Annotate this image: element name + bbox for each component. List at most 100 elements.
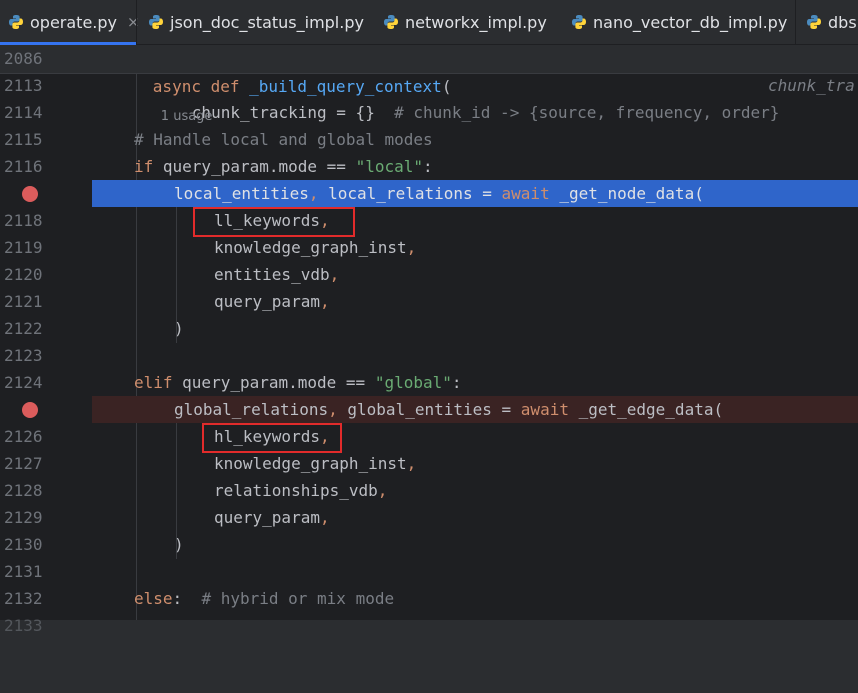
string-literal: "local" bbox=[355, 157, 423, 176]
tab-label: nano_vector_db_impl.py bbox=[593, 12, 788, 32]
code-line[interactable]: 2128 relationships_vdb, bbox=[0, 477, 858, 504]
code-line[interactable]: 2120 entities_vdb, bbox=[0, 261, 858, 288]
inline-hint: chunk_tra bbox=[768, 76, 855, 95]
tab-dbs[interactable]: dbs. bbox=[806, 0, 858, 44]
code-text: local_entities bbox=[174, 184, 309, 203]
keyword: await bbox=[520, 400, 569, 419]
function-name[interactable]: _build_query_context bbox=[249, 77, 442, 96]
code-text: query_param.mode == bbox=[172, 373, 375, 392]
sticky-scope-header[interactable]: 2086 async def _build_query_context( 1 u… bbox=[0, 45, 858, 124]
line-number: 2130 bbox=[4, 535, 43, 554]
code-line[interactable]: 2131 bbox=[0, 558, 858, 585]
code-text: _get_node_data( bbox=[549, 184, 704, 203]
code-text: local_relations = bbox=[318, 184, 502, 203]
line-number: 2123 bbox=[4, 346, 43, 365]
line-number: 2133 bbox=[4, 616, 43, 635]
code-line[interactable]: 2126 hl_keywords, bbox=[0, 423, 858, 450]
code-text: query_param bbox=[214, 508, 320, 527]
code-punct: , bbox=[329, 265, 340, 284]
line-number: 2121 bbox=[4, 292, 43, 311]
tab-nano-vector-db-impl[interactable]: nano_vector_db_impl.py bbox=[571, 0, 787, 44]
code-text: knowledge_graph_inst bbox=[214, 238, 407, 257]
code-text: knowledge_graph_inst bbox=[214, 454, 407, 473]
python-file-icon bbox=[383, 14, 399, 30]
tab-label: networkx_impl.py bbox=[405, 12, 547, 32]
code-line-breakpoint[interactable]: global_relations, global_entities = awai… bbox=[0, 396, 858, 423]
code-editor[interactable]: 2113 chunk_tracking = {} # chunk_id -> {… bbox=[0, 45, 858, 635]
line-number: 2115 bbox=[4, 130, 43, 149]
code-text: query_param.mode == bbox=[153, 157, 356, 176]
python-file-icon bbox=[806, 14, 822, 30]
python-file-icon bbox=[8, 14, 24, 30]
line-number: 2086 bbox=[4, 49, 43, 68]
line-number: 2129 bbox=[4, 508, 43, 527]
line-number: 2118 bbox=[4, 211, 43, 230]
usages-hint[interactable]: 1 usage bbox=[161, 109, 213, 124]
code-line[interactable]: 2132 else: # hybrid or mix mode bbox=[0, 585, 858, 612]
keyword: await bbox=[501, 184, 550, 203]
code-line[interactable]: 2129 query_param, bbox=[0, 504, 858, 531]
line-number bbox=[0, 180, 92, 207]
code-text: ) bbox=[174, 535, 184, 554]
code-text: ( bbox=[441, 77, 452, 96]
code-text: global_relations bbox=[174, 400, 329, 419]
line-number: 2120 bbox=[4, 265, 43, 284]
code-punct: , bbox=[406, 454, 417, 473]
code-punct: , bbox=[406, 238, 417, 257]
python-file-icon bbox=[571, 14, 587, 30]
code-line-execution-point[interactable]: local_entities, local_relations = await … bbox=[0, 180, 858, 207]
keyword: if bbox=[134, 157, 154, 176]
line-number: 2122 bbox=[4, 319, 43, 338]
code-punct: , bbox=[328, 400, 338, 419]
code-text: : bbox=[423, 157, 433, 176]
keyword: elif bbox=[134, 373, 173, 392]
line-number: 2132 bbox=[4, 589, 43, 608]
code-punct: , bbox=[308, 184, 319, 203]
code-text: global_entities = bbox=[337, 400, 521, 419]
tab-operate-py[interactable]: operate.py × bbox=[0, 0, 140, 45]
tab-label: dbs. bbox=[828, 12, 858, 32]
code-comment: # hybrid or mix mode bbox=[201, 589, 395, 608]
line-number: 2113 bbox=[4, 76, 43, 95]
code-punct: , bbox=[377, 481, 388, 500]
code-text: relationships_vdb bbox=[214, 481, 378, 500]
line-number: 2131 bbox=[4, 562, 43, 581]
breakpoint-icon[interactable] bbox=[22, 186, 38, 202]
highlight-box bbox=[193, 207, 355, 237]
code-line[interactable]: 2130 ) bbox=[0, 531, 858, 558]
line-number: 2119 bbox=[4, 238, 43, 257]
tab-json-doc-status-impl[interactable]: json_doc_status_impl.py bbox=[148, 0, 364, 44]
string-literal: "global" bbox=[374, 373, 452, 392]
close-tab-icon[interactable]: × bbox=[127, 13, 140, 31]
code-text: ) bbox=[174, 319, 184, 338]
code-line[interactable]: 2124 elif query_param.mode == "global": bbox=[0, 369, 858, 396]
python-file-icon bbox=[148, 14, 164, 30]
tab-label: json_doc_status_impl.py bbox=[170, 12, 364, 32]
code-text: entities_vdb bbox=[214, 265, 330, 284]
editor-tab-bar: operate.py × json_doc_status_impl.py net… bbox=[0, 0, 858, 45]
code-punct: , bbox=[319, 292, 330, 311]
code-text: query_param bbox=[214, 292, 320, 311]
code-line[interactable]: 2119 knowledge_graph_inst, bbox=[0, 234, 858, 261]
line-number bbox=[0, 396, 92, 423]
keyword: else bbox=[134, 589, 173, 608]
highlight-box bbox=[202, 423, 342, 453]
code-line[interactable]: 2121 query_param, bbox=[0, 288, 858, 315]
line-number: 2116 bbox=[4, 157, 43, 176]
keyword: async bbox=[152, 77, 201, 96]
line-number: 2128 bbox=[4, 481, 43, 500]
code-text: _get_edge_data( bbox=[568, 400, 724, 419]
line-number: 2114 bbox=[4, 103, 43, 122]
breakpoint-icon[interactable] bbox=[22, 402, 38, 418]
tab-label: operate.py bbox=[30, 12, 117, 32]
code-line[interactable]: 2127 knowledge_graph_inst, bbox=[0, 450, 858, 477]
keyword: def bbox=[210, 77, 240, 96]
code-line[interactable]: 2133 bbox=[0, 612, 858, 639]
line-number: 2126 bbox=[4, 427, 43, 446]
code-text: : bbox=[172, 589, 202, 608]
code-line[interactable]: 2118 ll_keywords, bbox=[0, 207, 858, 234]
code-punct: , bbox=[319, 508, 330, 527]
code-line[interactable]: 2122 ) bbox=[0, 315, 858, 342]
code-line[interactable]: 2123 bbox=[0, 342, 858, 369]
tab-networkx-impl[interactable]: networkx_impl.py bbox=[383, 0, 547, 44]
